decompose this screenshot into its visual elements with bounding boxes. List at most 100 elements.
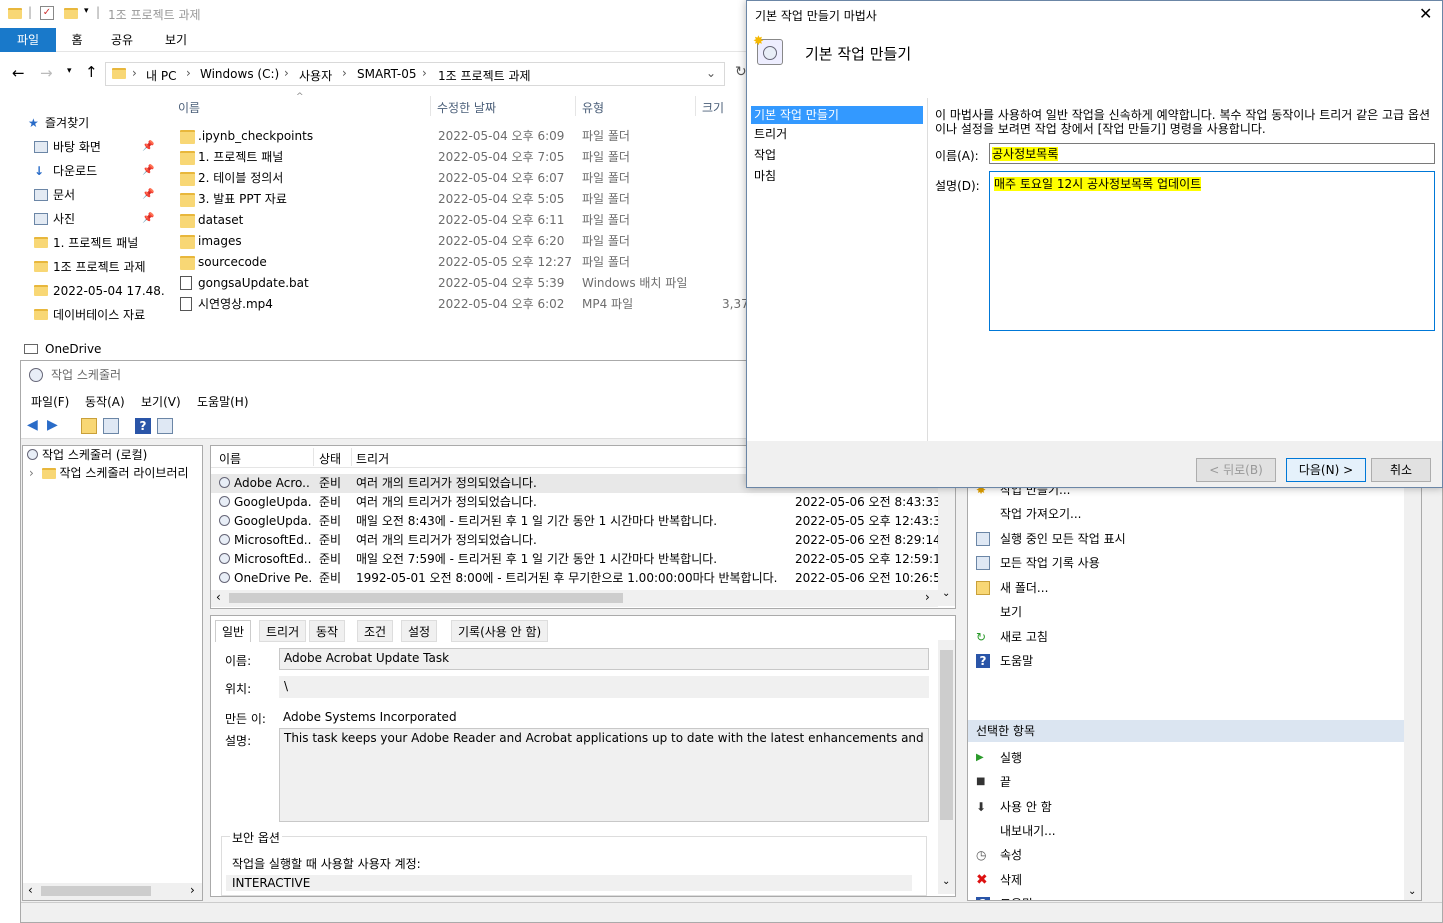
breadcrumb-current[interactable]: 1조 프로젝트 과제 <box>438 67 531 84</box>
nav-item[interactable]: ★ 즐겨찾기 <box>0 112 160 134</box>
nav-item[interactable]: 바탕 화면 📌 <box>0 136 160 158</box>
detail-location-field[interactable]: \ <box>279 676 929 698</box>
selected-action-item[interactable]: ⬇ 사용 안 함 <box>976 795 1406 819</box>
action-item[interactable]: 새 폴더... <box>976 576 1406 600</box>
breadcrumb-chevron-icon[interactable]: › <box>186 66 191 80</box>
menu-action[interactable]: 동작(A) <box>85 393 125 410</box>
properties-quick-icon[interactable]: ✓ <box>40 6 54 20</box>
breadcrumb-chevron-icon[interactable]: › <box>132 66 137 80</box>
task-row[interactable]: OneDrive Pe... 준비 1992-05-01 오전 8:00에 - 트리… <box>211 569 941 588</box>
file-row[interactable]: gongsaUpdate.bat 2022-05-04 오후 5:39 Window… <box>170 273 750 294</box>
nav-item[interactable]: 데이버테이스 자료 <box>0 304 160 326</box>
tree-item-library[interactable]: › 작업 스케줄러 라이브러리 <box>29 464 203 482</box>
wizard-step-action[interactable]: 작업 <box>751 146 923 164</box>
nav-item[interactable]: 1. 프로젝트 패널 <box>0 232 160 254</box>
scroll-right-icon[interactable]: › <box>190 883 195 897</box>
scroll-thumb[interactable] <box>229 593 623 603</box>
file-row[interactable]: 1. 프로젝트 패널 2022-05-04 오후 7:05 파일 폴더 <box>170 147 750 168</box>
wizard-step-create[interactable]: 기본 작업 만들기 <box>751 106 923 124</box>
ribbon-tab-home[interactable]: 홈 <box>62 28 92 52</box>
task-list-horizontal-scrollbar[interactable]: ‹ › <box>211 590 938 607</box>
nav-item[interactable]: 1조 프로젝트 과제 <box>0 256 160 278</box>
action-item[interactable]: 작업 가져오기... <box>976 502 1406 526</box>
show-hide-console-tree-icon[interactable] <box>103 418 119 434</box>
detail-tab[interactable]: 설정 <box>401 620 438 642</box>
nav-item[interactable]: 2022-05-04 17.48. <box>0 280 165 302</box>
detail-name-field[interactable]: Adobe Acrobat Update Task <box>279 648 929 670</box>
detail-tab[interactable]: 동작 <box>309 620 346 642</box>
breadcrumb-chevron-icon[interactable]: › <box>342 66 347 80</box>
detail-tab[interactable]: 일반 <box>215 620 252 642</box>
detail-tab[interactable]: 트리거 <box>259 620 307 642</box>
column-header-status[interactable]: 상태 <box>319 450 341 467</box>
column-header-type[interactable]: 유형 <box>582 99 604 116</box>
wizard-step-finish[interactable]: 마침 <box>751 167 923 185</box>
scroll-down-icon[interactable]: ⌄ <box>942 588 950 599</box>
cancel-button[interactable]: 취소 <box>1371 458 1431 482</box>
action-item[interactable]: 모든 작업 기록 사용 <box>976 551 1406 575</box>
breadcrumb-user[interactable]: SMART-05 <box>357 67 416 81</box>
up-arrow-icon[interactable]: ↑ <box>85 63 98 81</box>
next-button[interactable]: 다음(N) > <box>1286 458 1366 482</box>
task-description-textarea[interactable]: 매주 토요일 12시 공사정보목록 업데이트 <box>989 171 1435 331</box>
action-item[interactable]: ↻ 새로 고침 <box>976 625 1406 649</box>
show-hide-action-pane-icon[interactable] <box>157 418 173 434</box>
detail-tab[interactable]: 조건 <box>357 620 394 642</box>
breadcrumb-chevron-icon[interactable]: › <box>284 66 289 80</box>
actions-vertical-scrollbar[interactable]: ⌄ <box>1404 446 1421 900</box>
up-folder-icon[interactable] <box>81 418 97 434</box>
detail-tab[interactable]: 기록(사용 안 함) <box>451 620 549 642</box>
scroll-thumb[interactable] <box>940 650 953 820</box>
action-item[interactable]: ? 도움말 <box>976 649 1406 673</box>
detail-vertical-scrollbar[interactable]: ⌄ <box>938 640 955 894</box>
pin-icon[interactable]: 📌 <box>142 136 154 158</box>
close-icon[interactable]: ✕ <box>1419 4 1432 23</box>
selected-action-item[interactable]: ? 도움말 <box>976 892 1406 900</box>
file-row[interactable]: 시연영상.mp4 2022-05-04 오후 6:02 MP4 파일 3,37 <box>170 294 750 315</box>
scroll-down-icon[interactable]: ⌄ <box>1408 886 1416 897</box>
action-item[interactable]: 보기▶ <box>976 600 1416 624</box>
breadcrumb-chevron-icon[interactable]: › <box>422 66 427 80</box>
nav-item[interactable]: ↓ 다운로드 📌 <box>0 160 160 182</box>
back-arrow-icon[interactable]: ◀ <box>27 418 43 434</box>
back-arrow-icon[interactable]: ← <box>12 64 25 82</box>
refresh-icon[interactable]: ↻ <box>735 64 747 80</box>
file-row[interactable]: 2. 테이블 정의서 2022-05-04 오후 6:07 파일 폴더 <box>170 168 750 189</box>
selected-action-item[interactable]: ▶ 실행 <box>976 746 1406 770</box>
scroll-thumb[interactable] <box>41 886 151 896</box>
selected-action-item[interactable]: ◷ 속성 <box>976 843 1406 867</box>
ribbon-tab-view[interactable]: 보기 <box>156 28 196 52</box>
new-folder-quick-icon[interactable] <box>64 8 78 19</box>
tree-horizontal-scrollbar[interactable]: ‹ › <box>23 883 202 900</box>
wizard-step-trigger[interactable]: 트리거 <box>751 125 923 143</box>
file-row[interactable]: dataset 2022-05-04 오후 6:11 파일 폴더 <box>170 210 750 231</box>
menu-file[interactable]: 파일(F) <box>31 393 69 410</box>
selected-item-section-header[interactable]: 선택한 항목 ▲ <box>968 720 1421 742</box>
address-dropdown-icon[interactable]: ⌄ <box>706 66 716 80</box>
scroll-left-icon[interactable]: ‹ <box>216 590 221 604</box>
pin-icon[interactable]: 📌 <box>142 184 154 206</box>
pin-icon[interactable]: 📌 <box>142 160 154 182</box>
forward-arrow-icon[interactable]: → <box>40 64 53 82</box>
selected-action-item[interactable]: 내보내기... <box>976 819 1406 843</box>
address-bar[interactable]: › 내 PC › Windows (C:) › 사용자 › SMART-05 ›… <box>105 62 725 86</box>
column-header-name[interactable]: 이름 <box>178 99 200 116</box>
forward-arrow-icon[interactable]: ▶ <box>47 418 63 434</box>
chevron-right-icon[interactable]: › <box>29 466 34 480</box>
task-row[interactable]: MicrosoftEd... 준비 여러 개의 트리거가 정의되었습니다. 2022-… <box>211 531 941 550</box>
back-button[interactable]: < 뒤로(B) <box>1196 458 1276 482</box>
nav-item[interactable]: 사진 📌 <box>0 208 160 230</box>
selected-action-item[interactable]: ■ 끝 <box>976 770 1406 794</box>
tree-item-local[interactable]: 작업 스케줄러 (로컬) <box>27 446 147 464</box>
breadcrumb-drive[interactable]: Windows (C:) <box>200 67 279 81</box>
task-row[interactable]: GoogleUpda... 준비 매일 오전 8:43에 - 트리거된 후 1 일 … <box>211 512 941 531</box>
menu-help[interactable]: 도움말(H) <box>197 393 249 410</box>
action-item[interactable]: 실행 중인 모든 작업 표시 <box>976 527 1406 551</box>
file-row[interactable]: .ipynb_checkpoints 2022-05-04 오후 6:09 파일 폴… <box>170 126 750 147</box>
detail-description-field[interactable]: This task keeps your Adobe Reader and Ac… <box>279 728 929 822</box>
nav-item[interactable]: 문서 📌 <box>0 184 160 206</box>
column-header-size[interactable]: 크기 <box>702 99 724 116</box>
task-list-vertical-scrollbar[interactable]: ⌄ <box>938 468 955 606</box>
ribbon-tab-share[interactable]: 공유 <box>104 28 140 52</box>
column-header-name[interactable]: 이름 <box>219 450 241 467</box>
